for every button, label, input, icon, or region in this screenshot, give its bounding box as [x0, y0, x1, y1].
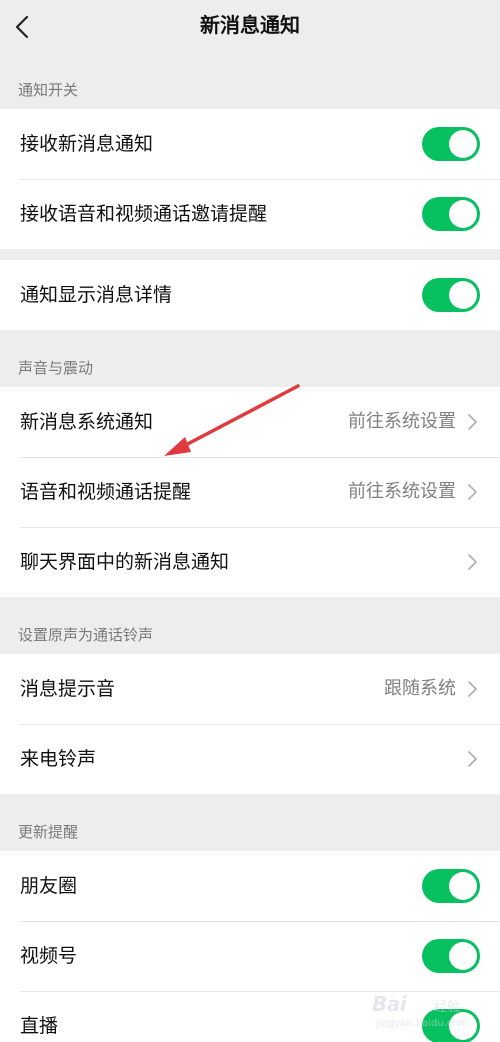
chevron-right-icon	[468, 554, 477, 570]
show-msg-detail-toggle[interactable]	[422, 278, 480, 312]
row-divider	[20, 921, 500, 922]
receive-new-msg-toggle[interactable]	[422, 127, 480, 161]
chevron-right-icon	[468, 484, 477, 500]
nav-bar: 新消息通知	[0, 0, 500, 54]
row-label: 来电铃声	[20, 748, 97, 770]
row-divider	[20, 724, 500, 725]
watermark-brand: Bai	[372, 992, 407, 1016]
row-new-msg-system[interactable]: 新消息系统通知 前往系统设置	[0, 387, 500, 457]
toggle-knob	[449, 281, 477, 309]
section-sound-vibration: 声音与震动	[18, 359, 94, 377]
baidu-jingyan-watermark: Bai 经验 jingyan.baidu.com	[372, 990, 482, 1034]
row-label: 视频号	[20, 945, 78, 967]
row-label: 接收新消息通知	[20, 133, 154, 155]
section-notify-switch: 通知开关	[18, 81, 79, 99]
section-update-remind: 更新提醒	[18, 823, 79, 841]
group-sound-vibration: 新消息系统通知 前往系统设置 语音和视频通话提醒 前往系统设置 聊天界面中的新消…	[0, 387, 500, 597]
row-incoming-ringtone[interactable]: 来电铃声	[0, 724, 500, 794]
row-label: 新消息系统通知	[20, 411, 154, 433]
watermark-suffix: 经验	[434, 1000, 461, 1015]
row-moments[interactable]: 朋友圈	[0, 851, 500, 921]
toggle-knob	[449, 130, 477, 158]
row-value: 跟随系统	[384, 678, 456, 699]
row-receive-new-msg[interactable]: 接收新消息通知	[0, 109, 500, 179]
row-label: 朋友圈	[20, 875, 78, 897]
row-value: 前往系统设置	[348, 481, 456, 502]
row-label: 直播	[20, 1015, 59, 1037]
watermark-url: jingyan.baidu.com	[376, 1018, 469, 1029]
section-ringtone: 设置原声为通话铃声	[18, 626, 154, 644]
chevron-right-icon	[468, 751, 477, 767]
group-notify-switch: 接收新消息通知 接收语音和视频通话邀请提醒	[0, 109, 500, 249]
row-value: 前往系统设置	[348, 411, 456, 432]
page-title: 新消息通知	[200, 13, 300, 37]
moments-toggle[interactable]	[422, 869, 480, 903]
toggle-knob	[449, 872, 477, 900]
chevron-right-icon	[468, 414, 477, 430]
row-label: 接收语音和视频通话邀请提醒	[20, 203, 268, 225]
row-label: 聊天界面中的新消息通知	[20, 551, 230, 573]
receive-call-invite-toggle[interactable]	[422, 197, 480, 231]
row-channels[interactable]: 视频号	[0, 921, 500, 991]
group-show-detail: 通知显示消息详情	[0, 260, 500, 330]
row-divider	[20, 527, 500, 528]
toggle-knob	[449, 200, 477, 228]
group-ringtone: 消息提示音 跟随系统 来电铃声	[0, 654, 500, 794]
toggle-knob	[449, 942, 477, 970]
row-chat-new-msg[interactable]: 聊天界面中的新消息通知	[0, 527, 500, 597]
row-call-remind[interactable]: 语音和视频通话提醒 前往系统设置	[0, 457, 500, 527]
row-label: 通知显示消息详情	[20, 284, 173, 306]
row-label: 语音和视频通话提醒	[20, 481, 192, 503]
row-show-msg-detail[interactable]: 通知显示消息详情	[0, 260, 500, 330]
row-divider	[20, 457, 500, 458]
row-msg-tone[interactable]: 消息提示音 跟随系统	[0, 654, 500, 724]
channels-toggle[interactable]	[422, 939, 480, 973]
row-receive-call-invite[interactable]: 接收语音和视频通话邀请提醒	[0, 179, 500, 249]
chevron-right-icon	[468, 681, 477, 697]
row-label: 消息提示音	[20, 678, 116, 700]
row-divider	[20, 179, 500, 180]
